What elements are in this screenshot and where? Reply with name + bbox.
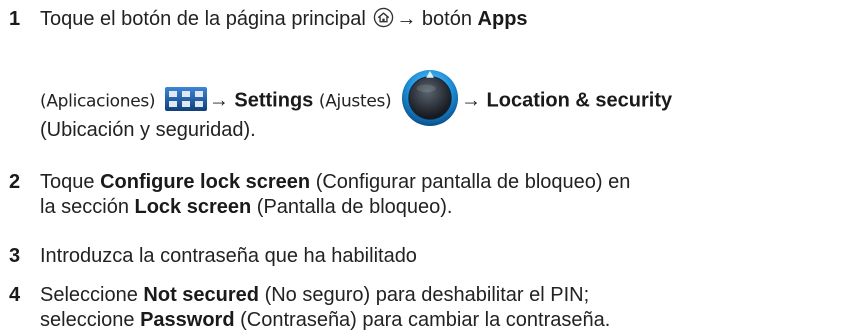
arrow-text: → bbox=[460, 89, 481, 112]
step-1-line-3: (Ubicación y seguridad). bbox=[40, 119, 256, 141]
step-text: Toque bbox=[40, 171, 95, 193]
step-4-line-2: seleccione Password (Contraseña) para ca… bbox=[40, 307, 610, 333]
step-number: 1 bbox=[9, 8, 21, 30]
settings-label: Settings bbox=[234, 89, 314, 112]
settings-translation: (Ajustes) bbox=[318, 91, 392, 112]
location-security-label: Location & security bbox=[486, 89, 673, 112]
arrow-text: → bbox=[208, 89, 229, 112]
apps-translation: (Aplicaciones) bbox=[40, 91, 156, 112]
not-secured-label: Not secured bbox=[143, 284, 259, 306]
step-4-line-1: Seleccione Not secured (No seguro) para … bbox=[40, 282, 589, 308]
step-text: (Contraseña) para cambiar la contraseña. bbox=[240, 309, 611, 331]
step-1-line-1: Toque el botón de la página principal → … bbox=[40, 6, 528, 32]
step-text: (Configurar pantalla de bloqueo) en bbox=[315, 171, 631, 193]
step-text: (No seguro) para deshabilitar el PIN; bbox=[264, 284, 590, 306]
step-text: la sección bbox=[40, 196, 129, 218]
step-text: seleccione bbox=[40, 309, 135, 331]
step-number: 3 bbox=[9, 245, 21, 267]
apps-grid-icon bbox=[164, 87, 207, 111]
step-text: Toque el botón de la página principal bbox=[40, 8, 366, 30]
step-text: (Pantalla de bloqueo). bbox=[256, 196, 453, 218]
step-3-line-1: Introduzca la contraseña que ha habilita… bbox=[40, 245, 417, 267]
step-text: Seleccione bbox=[40, 284, 138, 306]
password-label: Password bbox=[140, 309, 235, 331]
apps-label: Apps bbox=[477, 8, 528, 30]
lock-screen-label: Lock screen bbox=[134, 196, 252, 218]
home-button-icon bbox=[374, 7, 394, 28]
configure-lock-screen-label: Configure lock screen bbox=[100, 171, 311, 193]
settings-dial-icon bbox=[401, 69, 458, 127]
step-number: 4 bbox=[9, 284, 21, 306]
step-2-line-2: la sección Lock screen (Pantalla de bloq… bbox=[40, 194, 453, 220]
step-2-line-1: Toque Configure lock screen (Configurar … bbox=[40, 169, 630, 195]
step-number: 2 bbox=[9, 171, 21, 193]
arrow-text: → botón bbox=[396, 8, 472, 30]
